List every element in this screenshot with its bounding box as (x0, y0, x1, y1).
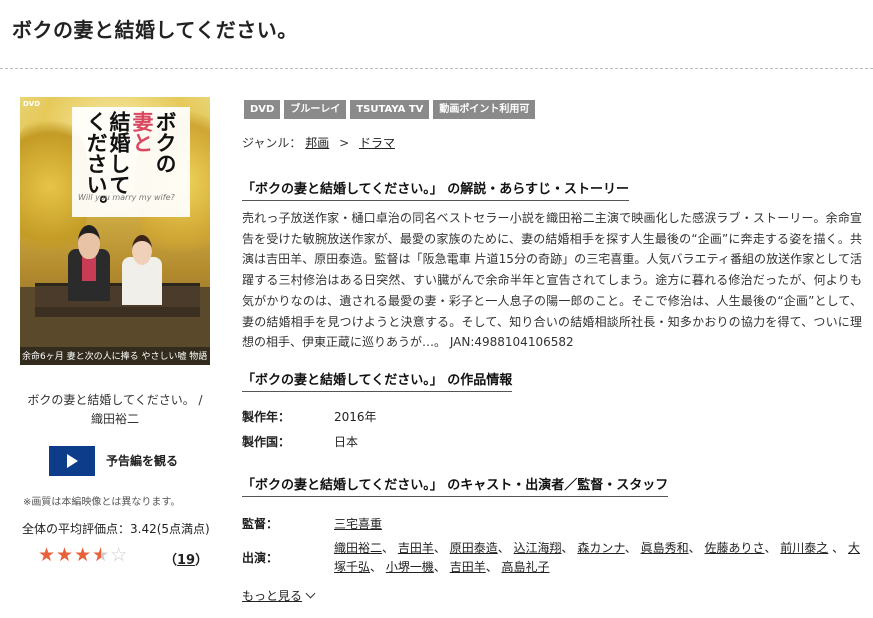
genre-link-drama[interactable]: ドラマ (359, 136, 395, 150)
caption-title: ボクの妻と結婚してください。 / (27, 393, 203, 407)
genre-link-hougaku[interactable]: 邦画 (305, 136, 329, 150)
play-trailer-button[interactable] (49, 446, 95, 476)
star-empty-icon-5: ☆ (110, 544, 128, 566)
chevron-down-icon (305, 588, 316, 599)
production-year-label: 製作年： (242, 410, 291, 424)
synopsis-body: 売れっ子放送作家・樋口卓治の同名ベストセラー小説を織田裕二主演で映画化した感涙ラ… (242, 211, 862, 350)
cast-link[interactable]: 織田裕二 (334, 541, 382, 555)
star-icon-1: ★ (38, 544, 56, 566)
dvd-cover-image[interactable]: DVD ボクの 妻と 結婚して ください。 Will you marry my … (20, 97, 210, 365)
cast-link[interactable]: 森カンナ (577, 541, 624, 555)
cover-bench-seat (35, 307, 200, 317)
page-title: ボクの妻と結婚してください。 (12, 18, 298, 42)
cover-title-col-2-text: 妻と (130, 111, 155, 153)
cover-subtitle: Will you marry my wife? (78, 193, 175, 202)
synopsis-heading: 「ボクの妻と結婚してください。」 の解説・あらすじ・ストーリー (242, 178, 629, 201)
badge-bluray[interactable]: ブルーレイ (284, 100, 347, 119)
trailer-label[interactable]: 予告編を観る (106, 452, 178, 469)
cast-link[interactable]: 高島礼子 (502, 560, 550, 574)
cover-bench-back (35, 283, 200, 310)
cast-list: 織田裕二、 吉田羊、 原田泰造、 込江海翔、 森カンナ、 眞島秀和、 佐藤ありさ… (334, 541, 860, 574)
cast-label: 出演： (242, 551, 279, 565)
cast-link[interactable]: 小堺一機 (386, 560, 434, 574)
cast-link[interactable]: 前川泰之 (780, 541, 828, 555)
caption-actor: 織田裕二 (90, 412, 139, 426)
cast-link[interactable]: 眞島秀和 (641, 541, 689, 555)
show-more-label[interactable]: もっと見る (242, 589, 302, 603)
cover-man-figure (65, 225, 113, 320)
image-quality-note: ※画質は本編映像とは異なります。 (23, 497, 181, 508)
cover-dvd-mark: DVD (23, 100, 41, 108)
genre-separator: > (339, 136, 350, 150)
review-count-link[interactable]: 19 (177, 553, 195, 568)
cast-link[interactable]: 込江海翔 (514, 541, 562, 555)
play-icon (66, 454, 78, 468)
show-more-link[interactable]: もっと見る (242, 587, 316, 604)
star-icon-3: ★ (74, 544, 92, 566)
production-year-value: 2016年 (334, 410, 377, 424)
man-head (78, 225, 100, 259)
production-country-value: 日本 (334, 435, 359, 449)
badge-tsutaya-tv[interactable]: TSUTAYA TV (350, 100, 430, 119)
cast-link[interactable]: 佐藤ありさ (704, 541, 764, 555)
woman-head (132, 235, 152, 265)
star-icon-2: ★ (56, 544, 74, 566)
cast-link[interactable]: 吉田羊 (398, 541, 434, 555)
format-badges: DVD ブルーレイ TSUTAYA TV 動画ポイント利用可 (244, 100, 536, 119)
cast-link[interactable]: 原田泰造 (450, 541, 498, 555)
production-country-label: 製作国： (242, 435, 291, 449)
badge-video-points[interactable]: 動画ポイント利用可 (433, 100, 536, 119)
badge-dvd[interactable]: DVD (244, 100, 281, 119)
average-rating-text: 全体の平均評価点：3.42(5点満点) (22, 522, 210, 536)
director-label: 監督： (242, 517, 279, 531)
cover-caption: ボクの妻と結婚してください。 / 織田裕二 (20, 391, 210, 429)
director-link[interactable]: 三宅喜重 (334, 517, 382, 531)
cover-bottom-text: 余命6ヶ月 妻と次の人に捧る やさしい嘘 物語 (22, 352, 208, 362)
cast-link[interactable]: 吉田羊 (450, 560, 486, 574)
review-count: （19） (164, 553, 209, 568)
work-info-heading: 「ボクの妻と結婚してください。」 の作品情報 (242, 369, 513, 392)
cast-staff-heading: 「ボクの妻と結婚してください。」 のキャスト・出演者／監督・スタッフ (242, 474, 669, 497)
title-divider (0, 68, 873, 69)
rating-stars: ★ ★ ★ ★ ☆ (38, 545, 127, 565)
star-half-icon-4: ★ (92, 545, 109, 565)
genre-breadcrumb: ジャンル： 邦画 > ドラマ (242, 134, 395, 151)
director-value-wrap: 三宅喜重 (334, 515, 382, 532)
genre-label: ジャンル： (242, 136, 302, 150)
